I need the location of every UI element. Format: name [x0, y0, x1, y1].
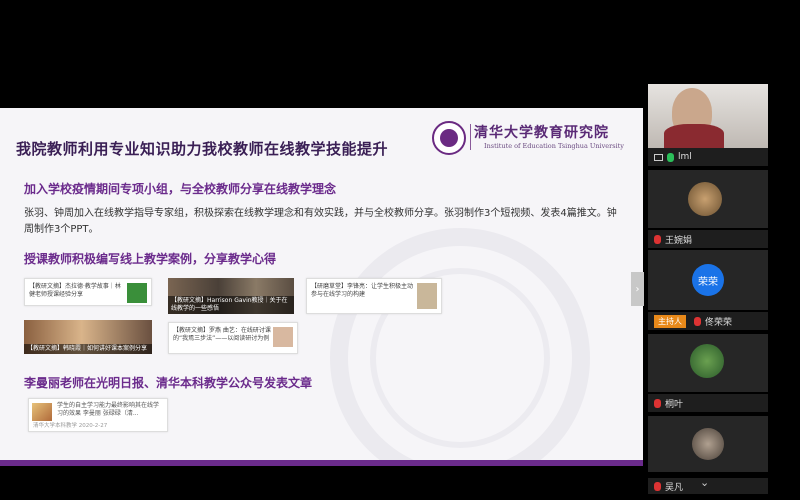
case-card-5: 【教研文摘】罗燕 曲艺：在线研讨课的“我焉三步法”——以阅读研讨为例 — [168, 322, 298, 354]
avatar — [692, 428, 724, 460]
mic-muted-icon — [654, 398, 661, 408]
avatar: 荣荣 — [692, 264, 724, 296]
case-card-1: 【教研文摘】杰拉德·教学故事｜林健老师授课经验分享 — [24, 278, 152, 306]
chevron-right-icon: › — [635, 283, 640, 295]
section3-heading: 李曼丽老师在光明日报、清华本科教学公众号发表文章 — [24, 376, 313, 390]
participant-video-lml[interactable] — [648, 84, 768, 148]
avatar — [688, 182, 722, 216]
slide-footer-bar — [0, 460, 643, 466]
mic-on-icon — [667, 152, 674, 162]
participant-tile-tongrongrong[interactable]: 荣荣 — [648, 250, 768, 310]
section2-heading: 授课教师积极编写线上教学案例，分享教学心得 — [24, 252, 277, 266]
qr-thumbnail-icon — [127, 283, 147, 303]
logo-text-cn: 清华大学教育研究院 — [474, 125, 609, 141]
case-card-2: 【教研文摘】Harrison Gavin教授｜关于在线教学的一些感悟 — [168, 278, 294, 314]
participant-name: lml — [678, 152, 692, 162]
article-thumbnail-icon — [32, 403, 52, 421]
participant-tile-wufan[interactable] — [648, 416, 768, 472]
host-badge: 主持人 — [654, 314, 686, 328]
slide-title: 我院教师利用专业知识助力我校教师在线教学技能提升 — [16, 140, 389, 158]
participant-name: 吴凡 — [665, 482, 684, 493]
screen-share-icon — [654, 153, 663, 161]
mic-muted-icon — [694, 316, 701, 326]
section1-body: 张羽、钟周加入在线教学指导专家组，积极探索在线教学理念和有效实践，并与全校教师分… — [24, 208, 617, 235]
case-card-caption: 【教研文摘】Harrison Gavin教授｜关于在线教学的一些感悟 — [168, 296, 294, 314]
logo-divider — [470, 124, 471, 150]
participant-label-wangwanjuan: 王婉娟 — [648, 230, 768, 248]
tsinghua-logo-icon — [432, 121, 466, 155]
participant-tile-wangwanjuan[interactable] — [648, 170, 768, 228]
mic-muted-icon — [654, 234, 661, 244]
logo-text-en: Institute of Education Tsinghua Universi… — [484, 142, 624, 150]
participant-name: 王婉娟 — [665, 235, 693, 246]
case-card-text: 【教研文摘】杰拉德·教学故事｜林健老师授课经验分享 — [29, 283, 121, 298]
article-text: 学生的自主学习能力最终影响其在线学习的效果 李曼丽 张碌碌（清... — [57, 402, 160, 417]
avatar — [690, 344, 724, 378]
next-slide-button[interactable]: › — [631, 272, 644, 306]
case-card-3: 【研磨草堂】李锋亮：让学生积极主动参与在线学习的构建 — [306, 278, 442, 314]
participant-name: 桐叶 — [665, 399, 684, 410]
shared-slide: 我院教师利用专业知识助力我校教师在线教学技能提升 清华大学教育研究院 Insti… — [0, 108, 643, 466]
case-card-text: 【研磨草堂】李锋亮：让学生积极主动参与在线学习的构建 — [311, 283, 414, 298]
participant-tile-tongye[interactable] — [648, 334, 768, 392]
article-source: 清华大学本科教学 2020-2-27 — [33, 423, 108, 429]
chevron-down-icon[interactable]: ⌄ — [700, 476, 709, 489]
case-card-4: 【教研文摘】韩晓霞｜如何讲好课本案例分享 — [24, 320, 152, 354]
participant-label-tongye: 桐叶 — [648, 394, 768, 412]
participant-label-lml: lml — [648, 148, 768, 166]
case-card-caption: 【教研文摘】韩晓霞｜如何讲好课本案例分享 — [24, 344, 152, 354]
case-card-text: 【教研文摘】罗燕 曲艺：在线研讨课的“我焉三步法”——以阅读研讨为例 — [173, 327, 271, 342]
article-card: 学生的自主学习能力最终影响其在线学习的效果 李曼丽 张碌碌（清... 清华大学本… — [28, 398, 168, 432]
participant-body — [664, 124, 724, 148]
participant-label-tongrongrong: 主持人 佟荣荣 — [648, 312, 768, 330]
portrait-thumbnail-icon — [417, 283, 437, 309]
mic-muted-icon — [654, 481, 661, 491]
section1-heading: 加入学校疫情期间专项小组，与全校教师分享在线教学理念 — [24, 182, 337, 196]
participant-name: 佟荣荣 — [705, 317, 733, 328]
portrait-thumbnail-icon — [273, 327, 293, 347]
